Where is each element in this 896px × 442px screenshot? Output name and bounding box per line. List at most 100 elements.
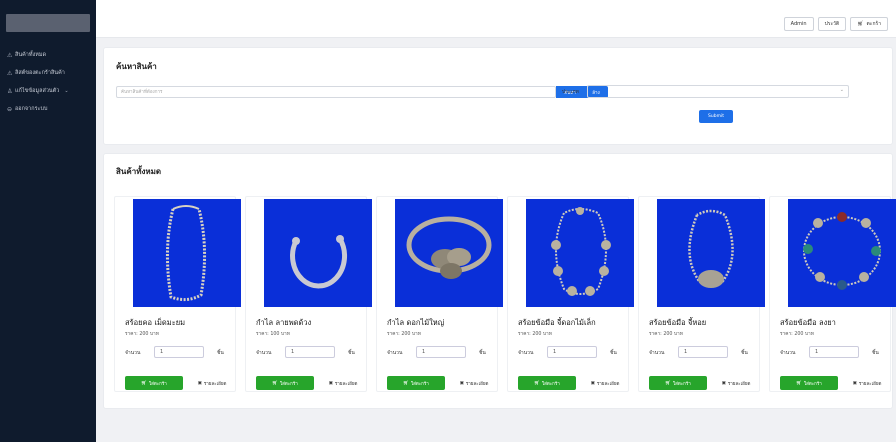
product-card: กำไล ดอกไม้ใหญ่ ราคา: 200 บาท จำนวน 1 ชิ… xyxy=(376,196,503,392)
detail-button[interactable]: ▣ รายละเอียด xyxy=(318,376,368,390)
detail-button[interactable]: ▣ รายละเอียด xyxy=(449,376,499,390)
add-to-cart-label: ใส่ตะกร้า xyxy=(803,381,822,387)
cart-icon: 🛒︎ xyxy=(665,380,671,386)
sidebar-item-label: แก้ไขข้อมูลส่วนตัว xyxy=(15,88,60,94)
sidebar: ⚠ สินค้าทั้งหมด ⚠ ลิสต์ของตะกร้าสินค้า ♙… xyxy=(0,0,96,442)
qty-label: จำนวน xyxy=(387,350,403,356)
sidebar-item-cart-list[interactable]: ⚠ ลิสต์ของตะกร้าสินค้า xyxy=(0,64,96,82)
product-image[interactable] xyxy=(133,199,241,307)
cart-icon: 🛒︎ xyxy=(272,380,278,386)
sidebar-item-all-products[interactable]: ⚠ สินค้าทั้งหมด xyxy=(0,46,96,64)
detail-button[interactable]: ▣ รายละเอียด xyxy=(187,376,237,390)
product-name: สร้อยข้อมือ ลงยา xyxy=(780,318,836,327)
detail-label: รายละเอียด xyxy=(858,381,882,387)
detail-button[interactable]: ▣ รายละเอียด xyxy=(711,376,761,390)
quantity-input[interactable]: 1 xyxy=(154,346,204,358)
sidebar-item-label: สินค้าทั้งหมด xyxy=(15,52,47,58)
product-image[interactable] xyxy=(264,199,372,307)
qty-label: จำนวน xyxy=(649,350,665,356)
submit-button[interactable]: Submit xyxy=(699,110,733,123)
detail-button[interactable]: ▣ รายละเอียด xyxy=(580,376,630,390)
sidebar-item-label: ออกจากระบบ xyxy=(15,106,48,112)
list-icon: ⚠ xyxy=(7,69,13,77)
chevron-down-icon: ⌄ xyxy=(64,88,69,94)
product-card: สร้อยข้อมือ จี้หอย ราคา: 200 บาท จำนวน 1… xyxy=(638,196,765,392)
product-image[interactable] xyxy=(788,199,896,307)
add-to-cart-label: ใส่ตะกร้า xyxy=(279,381,298,387)
detail-icon: ▣ xyxy=(459,380,464,386)
products-title: สินค้าทั้งหมด xyxy=(116,167,162,176)
search-title: ค้นหาสินค้า xyxy=(116,62,157,71)
detail-label: รายละเอียด xyxy=(596,381,620,387)
admin-button[interactable]: Admin xyxy=(783,17,814,31)
qty-unit: ชิ้น xyxy=(348,350,355,356)
product-price: ราคา: 200 บาท xyxy=(780,332,814,337)
cart-icon: 🛒︎ xyxy=(403,380,409,386)
search-card: ค้นหาสินค้า ค้นหาสินค้าที่ต้องการ ค้นหา … xyxy=(103,47,893,145)
qty-unit: ชิ้น xyxy=(872,350,879,356)
topbar: Admin ประวัติ 🛒︎ ตะกร้า xyxy=(96,0,896,38)
add-to-cart-button[interactable]: 🛒︎ ใส่ตะกร้า xyxy=(387,376,445,390)
products-card: สินค้าทั้งหมด สร้อยคอ เม็ดมะยม ราคา: 200… xyxy=(103,153,896,409)
quantity-input[interactable]: 1 xyxy=(285,346,335,358)
brand-logo xyxy=(6,14,90,32)
sidebar-item-edit-profile[interactable]: ♙ แก้ไขข้อมูลส่วนตัว ⌄ xyxy=(0,82,96,100)
cart-icon: 🛒︎ xyxy=(796,380,802,386)
product-name: กำไล ลายพดด้วง xyxy=(256,318,312,327)
product-price: ราคา: 200 บาท xyxy=(518,332,552,337)
category-label: ประเภท xyxy=(562,89,579,95)
cart-button[interactable]: 🛒︎ ตะกร้า xyxy=(850,17,888,31)
qty-label: จำนวน xyxy=(125,350,141,356)
detail-button[interactable]: ▣ รายละเอียด xyxy=(842,376,892,390)
sidebar-item-label: ลิสต์ของตะกร้าสินค้า xyxy=(15,70,65,76)
qty-unit: ชิ้น xyxy=(741,350,748,356)
detail-icon: ▣ xyxy=(328,380,333,386)
product-name: สร้อยคอ เม็ดมะยม xyxy=(125,318,186,327)
add-to-cart-button[interactable]: 🛒︎ ใส่ตะกร้า xyxy=(256,376,314,390)
category-select[interactable]: ⌄ xyxy=(587,85,849,98)
cart-icon: 🛒︎ xyxy=(534,380,540,386)
quantity-input[interactable]: 1 xyxy=(547,346,597,358)
search-input[interactable]: ค้นหาสินค้าที่ต้องการ xyxy=(116,86,556,98)
product-price: ราคา: 100 บาท xyxy=(256,332,290,337)
detail-icon: ▣ xyxy=(197,380,202,386)
product-name: กำไล ดอกไม้ใหญ่ xyxy=(387,318,445,327)
detail-icon: ▣ xyxy=(852,380,857,386)
product-name: สร้อยข้อมือ จี้ดอกไม้เล็ก xyxy=(518,318,596,327)
add-to-cart-button[interactable]: 🛒︎ ใส่ตะกร้า xyxy=(649,376,707,390)
product-card: สร้อยข้อมือ ลงยา ราคา: 200 บาท จำนวน 1 ช… xyxy=(769,196,896,392)
add-to-cart-button[interactable]: 🛒︎ ใส่ตะกร้า xyxy=(780,376,838,390)
qty-unit: ชิ้น xyxy=(479,350,486,356)
user-icon: ♙ xyxy=(7,87,13,95)
product-card: สร้อยคอ เม็ดมะยม ราคา: 200 บาท จำนวน 1 ช… xyxy=(114,196,241,392)
qty-label: จำนวน xyxy=(780,350,796,356)
cart-label: ตะกร้า xyxy=(866,21,881,27)
add-to-cart-label: ใส่ตะกร้า xyxy=(410,381,429,387)
sidebar-item-logout[interactable]: ⊖ ออกจากระบบ xyxy=(0,100,96,118)
qty-label: จำนวน xyxy=(518,350,534,356)
product-image[interactable] xyxy=(526,199,634,307)
logout-icon: ⊖ xyxy=(7,105,13,113)
quantity-input[interactable]: 1 xyxy=(678,346,728,358)
cart-icon: 🛒︎ xyxy=(857,21,864,27)
history-button[interactable]: ประวัติ xyxy=(817,17,847,31)
product-image[interactable] xyxy=(657,199,765,307)
product-price: ราคา: 200 บาท xyxy=(649,332,683,337)
qty-unit: ชิ้น xyxy=(217,350,224,356)
product-image[interactable] xyxy=(395,199,503,307)
quantity-input[interactable]: 1 xyxy=(809,346,859,358)
add-to-cart-button[interactable]: 🛒︎ ใส่ตะกร้า xyxy=(518,376,576,390)
cart-icon: 🛒︎ xyxy=(141,380,147,386)
product-price: ราคา: 200 บาท xyxy=(125,332,159,337)
product-card: กำไล ลายพดด้วง ราคา: 100 บาท จำนวน 1 ชิ้… xyxy=(245,196,372,392)
add-to-cart-label: ใส่ตะกร้า xyxy=(148,381,167,387)
add-to-cart-label: ใส่ตะกร้า xyxy=(672,381,691,387)
detail-label: รายละเอียด xyxy=(727,381,751,387)
detail-label: รายละเอียด xyxy=(334,381,358,387)
chevron-down-icon: ⌄ xyxy=(839,87,844,93)
detail-icon: ▣ xyxy=(721,380,726,386)
detail-label: รายละเอียด xyxy=(203,381,227,387)
quantity-input[interactable]: 1 xyxy=(416,346,466,358)
qty-unit: ชิ้น xyxy=(610,350,617,356)
add-to-cart-button[interactable]: 🛒︎ ใส่ตะกร้า xyxy=(125,376,183,390)
